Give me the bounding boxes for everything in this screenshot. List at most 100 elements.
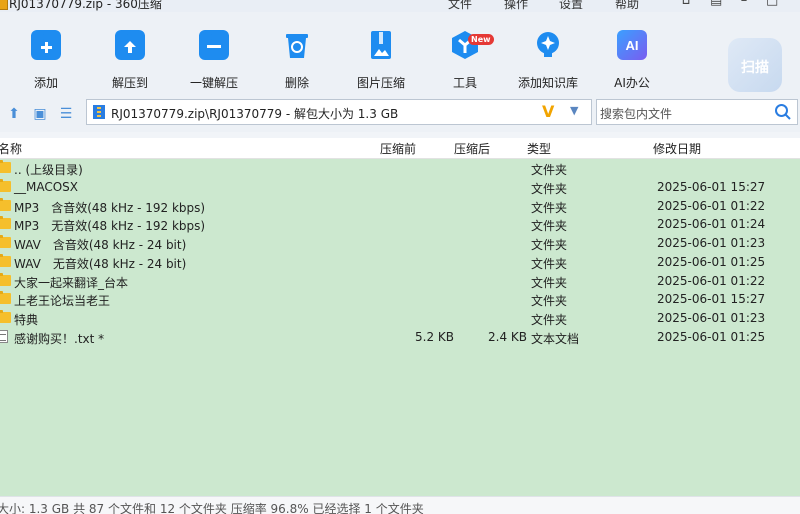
delete-button[interactable]: 删除 [261, 30, 333, 91]
file-name: MP3 含音效(48 kHz - 192 kbps) [14, 201, 206, 215]
menu-operation[interactable]: 操作 [504, 0, 528, 12]
add-button[interactable]: 添加 [10, 30, 82, 91]
folder-icon [0, 291, 11, 304]
file-name: __MACOSX [14, 180, 79, 194]
list-item[interactable]: 特典 文件夹 2025-06-01 01:23 [0, 309, 800, 328]
list-item[interactable]: WAV 含音效(48 kHz - 24 bit) 文件夹 2025-06-01 … [0, 234, 800, 253]
file-type: 文件夹 [531, 257, 568, 271]
file-name: .. (上级目录) [14, 163, 83, 177]
feedback-icon[interactable]: ▤ [710, 0, 722, 8]
search-input[interactable]: 搜索包内文件 [596, 99, 798, 125]
scan-label: 扫描 [741, 60, 769, 76]
v-logo-icon[interactable]: V [542, 102, 554, 121]
list-item[interactable]: __MACOSX 文件夹 2025-06-01 15:27 [0, 178, 800, 197]
archive-app-icon [0, 0, 8, 10]
extract-to-button[interactable]: 解压到 [94, 30, 166, 91]
knowledge-base-label: 添加知识库 [517, 76, 578, 90]
file-date: 2025-06-01 01:22 [657, 274, 766, 288]
file-date: 2025-06-01 15:27 [657, 292, 766, 306]
ai-office-button[interactable]: AI AI办公 [596, 30, 668, 91]
knowledge-base-icon [533, 30, 563, 60]
search-icon[interactable] [774, 103, 792, 121]
menu-file[interactable]: 文件 [448, 0, 472, 12]
text-file-icon [0, 330, 8, 343]
list-item[interactable]: MP3 含音效(48 kHz - 192 kbps) 文件夹 2025-06-0… [0, 197, 800, 216]
search-placeholder: 搜索包内文件 [600, 107, 673, 121]
header-size-before[interactable]: 压缩前 [380, 140, 416, 157]
file-date: 2025-06-01 01:22 [657, 199, 766, 213]
one-click-extract-button[interactable]: 一键解压 [178, 30, 250, 91]
address-row: ⬆ ▣ ☰ RJ01370779.zip\RJ01370779 - 解包大小为 … [0, 96, 800, 132]
file-date: 2025-06-01 01:24 [657, 217, 766, 231]
scan-button[interactable]: 扫描 [728, 38, 782, 92]
column-header: 名称 压缩前 压缩后 类型 修改日期 [0, 138, 800, 159]
file-type: 文件夹 [531, 294, 568, 308]
folder-icon [0, 310, 11, 323]
new-badge: New [468, 34, 494, 45]
file-list[interactable]: .. (上级目录) 文件夹 __MACOSX 文件夹 2025-06-01 15… [0, 159, 800, 496]
zip-icon [93, 105, 105, 119]
add-label: 添加 [33, 76, 58, 90]
file-size-after: 2.4 KB [488, 330, 527, 344]
status-text: 大小: 1.3 GB 共 87 个文件和 12 个文件夹 压缩率 96.8% 已… [0, 502, 424, 514]
status-bar: 大小: 1.3 GB 共 87 个文件和 12 个文件夹 压缩率 96.8% 已… [0, 496, 800, 514]
menu-settings[interactable]: 设置 [559, 0, 583, 12]
image-compress-button[interactable]: 图片压缩 [345, 30, 417, 91]
folder-icon [0, 254, 11, 267]
file-type: 文件夹 [531, 163, 568, 177]
tools-label: 工具 [452, 76, 477, 90]
file-size-before: 5.2 KB [415, 330, 454, 344]
file-date: 2025-06-01 01:23 [657, 311, 766, 325]
file-name: MP3 无音效(48 kHz - 192 kbps) [14, 219, 206, 233]
minimize-icon[interactable]: – [738, 0, 750, 8]
list-item[interactable]: 感谢购买！.txt * 5.2 KB 2.4 KB 文本文档 2025-06-0… [0, 328, 800, 347]
file-type: 文本文档 [531, 332, 580, 346]
header-modified[interactable]: 修改日期 [653, 140, 701, 157]
file-name: WAV 含音效(48 kHz - 24 bit) [14, 238, 187, 252]
list-item[interactable]: .. (上级目录) 文件夹 [0, 159, 800, 178]
add-icon [31, 30, 61, 60]
file-type: 文件夹 [531, 238, 568, 252]
add-knowledge-base-button[interactable]: 添加知识库 [512, 30, 584, 91]
folder-icon [0, 160, 11, 173]
list-item[interactable]: MP3 无音效(48 kHz - 192 kbps) 文件夹 2025-06-0… [0, 215, 800, 234]
file-name: 特典 [14, 313, 39, 327]
list-view-icon[interactable]: ☰ [58, 106, 74, 122]
image-compress-icon [366, 30, 396, 60]
ai-office-label: AI办公 [614, 76, 650, 90]
dropdown-icon[interactable]: ▼ [570, 104, 578, 117]
maximize-icon[interactable]: □ [766, 0, 778, 8]
folder-icon [0, 198, 11, 211]
file-type: 文件夹 [531, 219, 568, 233]
svg-text:AI: AI [626, 38, 639, 53]
header-type[interactable]: 类型 [527, 140, 551, 157]
folder-icon [0, 216, 11, 229]
file-date: 2025-06-01 01:25 [657, 330, 766, 344]
toolbar: 添加 解压到 一键解压 删除 图片压缩 工具 New 添加知识库 AI AI办公… [0, 12, 800, 96]
list-item[interactable]: WAV 无音效(48 kHz - 24 bit) 文件夹 2025-06-01 … [0, 253, 800, 272]
up-arrow-icon[interactable]: ⬆ [6, 106, 22, 122]
file-type: 文件夹 [531, 182, 568, 196]
one-click-extract-label: 一键解压 [189, 76, 238, 90]
title-bar: RJ01370779.zip - 360压缩 文件 操作 设置 帮助 ⌂ ▤ –… [0, 0, 800, 12]
thumbnail-view-icon[interactable]: ▣ [32, 106, 48, 122]
folder-icon [0, 179, 11, 192]
image-compress-label: 图片压缩 [356, 76, 405, 90]
file-date: 2025-06-01 01:23 [657, 236, 766, 250]
address-bar[interactable]: RJ01370779.zip\RJ01370779 - 解包大小为 1.3 GB… [86, 99, 592, 125]
delete-label: 删除 [284, 76, 309, 90]
file-type: 文件夹 [531, 313, 568, 327]
list-item[interactable]: 上老王论坛当老王 文件夹 2025-06-01 15:27 [0, 290, 800, 309]
window-title: RJ01370779.zip - 360压缩 [9, 0, 162, 11]
extract-to-label: 解压到 [111, 76, 148, 90]
one-click-extract-icon [199, 30, 229, 60]
header-name[interactable]: 名称 [0, 140, 22, 157]
header-size-after[interactable]: 压缩后 [454, 140, 490, 157]
skin-icon[interactable]: ⌂ [680, 0, 692, 8]
file-name: WAV 无音效(48 kHz - 24 bit) [14, 257, 187, 271]
list-item[interactable]: 大家一起来翻译_台本 文件夹 2025-06-01 01:22 [0, 272, 800, 291]
file-type: 文件夹 [531, 276, 568, 290]
folder-icon [0, 273, 11, 286]
file-date: 2025-06-01 15:27 [657, 180, 766, 194]
menu-help[interactable]: 帮助 [615, 0, 639, 12]
